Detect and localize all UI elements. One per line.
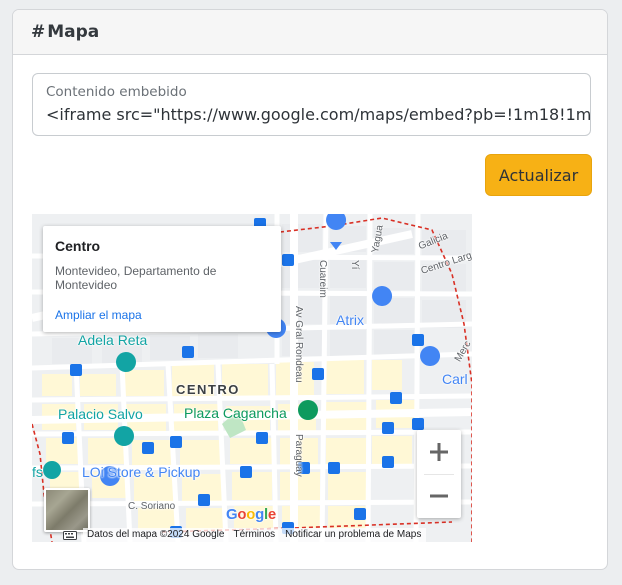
museum-icon xyxy=(43,461,61,479)
poi-label-fs: fs xyxy=(32,464,43,480)
embed-content-input[interactable]: <iframe src="https://www.google.com/maps… xyxy=(46,105,590,124)
street-label-paraguay: Paraguay xyxy=(293,434,304,477)
card-title: Mapa xyxy=(47,22,100,42)
street-label-c-soriano: C. Soriano xyxy=(128,501,176,512)
music-note-icon xyxy=(116,352,136,372)
hash-icon: # xyxy=(31,22,46,42)
poi-label-adela-reta: Adela Reta xyxy=(78,332,148,348)
enlarge-map-link[interactable]: Ampliar el mapa xyxy=(55,308,142,322)
card-header: # Mapa xyxy=(13,10,607,55)
place-address: Montevideo, Departamento de Montevideo xyxy=(55,264,217,292)
place-title: Centro xyxy=(55,238,101,254)
street-label-yi: Yí xyxy=(349,260,360,270)
report-problem-link[interactable]: Notificar un problema de Maps xyxy=(280,528,427,542)
zoom-out-button[interactable] xyxy=(417,474,461,518)
keyboard-icon[interactable] xyxy=(63,530,77,540)
tree-icon xyxy=(298,400,318,420)
embed-content-label: Contenido embebido xyxy=(46,84,187,100)
zoom-in-button[interactable] xyxy=(417,430,461,474)
map-data-attribution: Datos del mapa ©2024 Google xyxy=(83,528,229,542)
street-label-cuareim: Cuareim xyxy=(317,260,328,298)
landmark-icon xyxy=(114,426,134,446)
terms-link[interactable]: Términos xyxy=(228,528,281,542)
update-button[interactable]: Actualizar xyxy=(485,154,592,196)
plus-icon xyxy=(430,443,448,461)
minus-icon xyxy=(430,494,448,498)
area-label-centro: CENTRO xyxy=(176,382,240,397)
map-footer: Datos del mapa ©2024 Google Términos Not… xyxy=(32,528,472,542)
poi-label-atrix: Atrix xyxy=(336,312,364,328)
map-card: # Mapa Contenido embebido <iframe src="h… xyxy=(12,9,608,570)
zoom-controls xyxy=(417,430,461,518)
poi-label-carl: Carl xyxy=(442,371,468,387)
place-info-card: Centro Montevideo, Departamento de Monte… xyxy=(43,226,281,332)
street-label-av-gral-rondeau: Av Gral Rondeau xyxy=(293,306,304,383)
poi-label-loi-store: LOi Store & Pickup xyxy=(82,464,201,480)
satellite-view-toggle[interactable] xyxy=(44,488,90,532)
embed-content-field[interactable]: Contenido embebido <iframe src="https://… xyxy=(32,73,591,136)
poi-label-plaza-cagancha: Plaza Cagancha xyxy=(184,405,287,421)
google-logo: Google xyxy=(226,506,276,523)
poi-label-palacio-salvo: Palacio Salvo xyxy=(58,406,143,422)
google-map-embed[interactable]: Yagua Galicia Centro Larg Cuareim Yí Av … xyxy=(32,214,472,542)
